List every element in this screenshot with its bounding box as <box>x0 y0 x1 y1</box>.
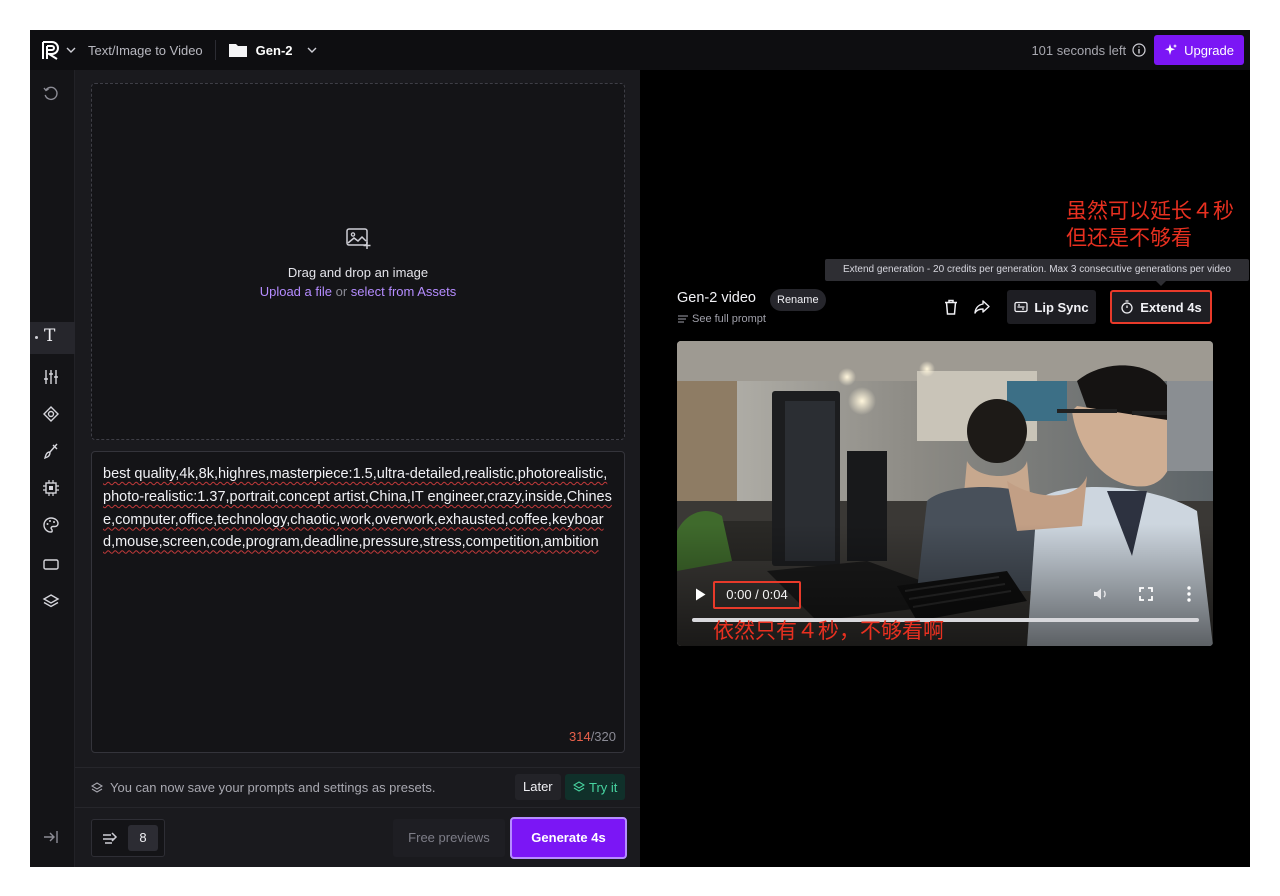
prompt-textarea[interactable]: best quality,4k,8k,highres,masterpiece:1… <box>91 451 625 753</box>
folder-icon <box>228 44 247 57</box>
tool-title: Text/Image to Video <box>88 42 203 58</box>
credits-icon <box>103 832 118 844</box>
chip-icon[interactable] <box>42 479 60 497</box>
try-it-button[interactable]: Try it <box>565 774 626 800</box>
more-options-icon[interactable] <box>1187 586 1191 602</box>
lip-sync-button[interactable]: Lip Sync <box>1007 290 1096 324</box>
later-button[interactable]: Later <box>515 774 561 800</box>
timer-icon <box>1121 300 1133 314</box>
rename-button[interactable]: Rename <box>770 289 826 311</box>
prompt-text: best quality,4k,8k,highres,masterpiece:1… <box>103 466 612 551</box>
dropzone-title: Drag and drop an image <box>287 265 429 280</box>
folder-selector[interactable]: Gen-2 <box>228 42 317 58</box>
chevron-down-icon <box>307 47 317 53</box>
runs-counter[interactable]: 8 <box>91 819 165 857</box>
trash-icon[interactable] <box>944 299 958 315</box>
layers-icon <box>573 781 585 792</box>
runway-logo-icon <box>42 41 59 60</box>
dropzone-subtitle: Upload a file or select from Assets <box>92 284 624 299</box>
divider <box>214 40 216 60</box>
free-previews-button[interactable]: Free previews <box>393 819 505 857</box>
share-icon[interactable] <box>974 300 990 314</box>
dropzone-or: or <box>332 284 351 299</box>
collapse-sidebar-icon[interactable] <box>42 828 60 846</box>
see-full-prompt-link[interactable]: See full prompt <box>678 313 766 325</box>
add-image-icon <box>346 228 371 249</box>
fullscreen-icon[interactable] <box>1139 587 1153 601</box>
video-title: Gen-2 video <box>677 290 756 306</box>
app-window: Text/Image to Video Gen-2 101 seconds le… <box>30 30 1250 867</box>
layers-icon[interactable] <box>42 592 60 610</box>
image-dropzone[interactable]: Drag and drop an image Upload a file or … <box>91 83 625 440</box>
text-tool-icon: T <box>44 326 56 346</box>
sidebar-item-text[interactable]: T <box>30 322 75 354</box>
upgrade-button[interactable]: Upgrade <box>1154 35 1244 65</box>
tooltip-arrow <box>1156 281 1166 286</box>
generate-button[interactable]: Generate 4s <box>510 817 627 859</box>
see-full-prompt-label: See full prompt <box>692 313 766 325</box>
upload-file-link[interactable]: Upload a file <box>260 284 332 299</box>
volume-icon[interactable] <box>1093 587 1109 601</box>
video-player[interactable]: 0:00 / 0:04 <box>677 341 1213 646</box>
dropzone-content: Drag and drop an image Upload a file or … <box>92 226 624 299</box>
info-icon[interactable] <box>1132 43 1146 57</box>
presets-message-text: You can now save your prompts and settin… <box>110 780 436 795</box>
motion-brush-icon[interactable] <box>42 442 60 460</box>
palette-icon[interactable] <box>42 516 60 534</box>
annotation-bottom: 依然只有４秒，不够看啊 <box>713 619 944 643</box>
lip-sync-icon <box>1014 301 1029 313</box>
generate-bar: 8 Free previews Generate 4s <box>75 807 640 867</box>
select-assets-link[interactable]: select from Assets <box>351 284 456 299</box>
play-icon[interactable] <box>695 588 706 601</box>
generation-panel: Drag and drop an image Upload a file or … <box>75 70 640 867</box>
layers-icon <box>91 781 103 793</box>
seconds-left: 101 seconds left <box>1031 43 1146 58</box>
account-status: 101 seconds left Upgrade <box>1031 35 1244 65</box>
folder-name: Gen-2 <box>255 42 293 58</box>
settings-sliders-icon[interactable] <box>42 368 60 386</box>
presets-message: You can now save your prompts and settin… <box>91 780 435 795</box>
camera-motion-icon[interactable] <box>42 405 60 423</box>
history-icon[interactable] <box>42 85 60 103</box>
lip-sync-label: Lip Sync <box>1034 299 1089 315</box>
presets-banner: You can now save your prompts and settin… <box>75 767 640 807</box>
character-counter: 314/320 <box>569 729 616 744</box>
tool-sidebar: T <box>30 70 75 867</box>
extend-label: Extend 4s <box>1140 299 1202 315</box>
annotation-top: 虽然可以延长４秒 但还是不够看 <box>1066 199 1234 250</box>
seconds-left-text: 101 seconds left <box>1031 42 1127 58</box>
workspace-menu[interactable] <box>40 39 76 61</box>
extend-tooltip: Extend generation - 20 credits per gener… <box>825 259 1249 281</box>
sparkle-icon <box>1165 44 1178 55</box>
runs-count: 8 <box>128 825 158 851</box>
chevron-down-icon <box>66 47 76 53</box>
character-max: /320 <box>590 729 616 744</box>
top-bar: Text/Image to Video Gen-2 101 seconds le… <box>30 30 1250 70</box>
time-display: 0:00 / 0:04 <box>713 581 801 609</box>
try-it-label: Try it <box>589 779 618 795</box>
character-count: 314 <box>568 729 591 744</box>
lines-icon <box>678 315 688 323</box>
upgrade-label: Upgrade <box>1184 42 1234 58</box>
extend-button[interactable]: Extend 4s <box>1110 290 1212 324</box>
aspect-ratio-icon[interactable] <box>42 555 60 573</box>
active-indicator <box>35 336 38 339</box>
